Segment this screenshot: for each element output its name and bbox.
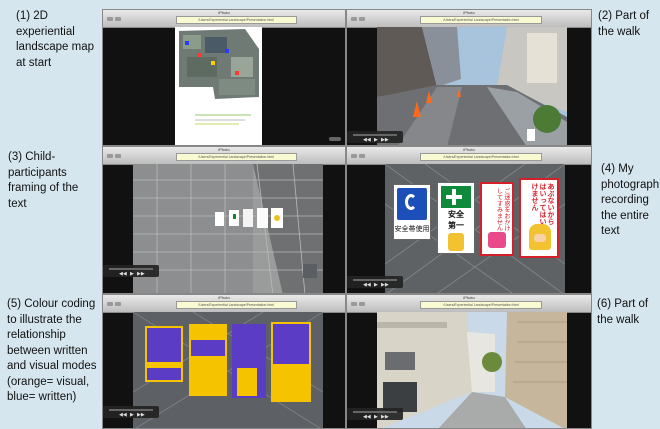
window-walk-1[interactable]: iPhoto /Users/Experiential Landscape/Pre…	[346, 9, 592, 146]
caption-3: (3) Child-participants framing of the te…	[8, 151, 79, 210]
caption-4: (4) My photograph recording the entire t…	[601, 163, 660, 237]
title-bar[interactable]: iPhoto /Users/Experiential Landscape/Pre…	[347, 147, 591, 165]
sign-safety-first: 安全 第一	[437, 182, 475, 254]
caption-1: (1) 2D experiential landscape map at sta…	[16, 10, 94, 69]
sign-harness: 安全帯使用	[393, 184, 431, 240]
title-bar[interactable]: iPhoto /Users/Experiential Landscape/Pre…	[103, 147, 345, 165]
back-button[interactable]	[107, 154, 113, 158]
window-framing[interactable]: iPhoto /Users/Experiential Landscape/Pre…	[102, 146, 346, 294]
title-bar[interactable]: iPhoto /Users/Experiential Landscape/Pre…	[103, 10, 345, 28]
forward-icon[interactable]: ▶▶	[137, 271, 145, 277]
scaffold-photo	[133, 164, 323, 293]
video-controls[interactable]: ◀◀ ▶ ▶▶	[347, 408, 403, 420]
play-icon[interactable]: ▶	[130, 271, 134, 277]
title-bar[interactable]: iPhoto /Users/Experiential Landscape/Pre…	[347, 295, 591, 313]
play-icon[interactable]: ▶	[374, 414, 378, 420]
caption-5: (5) Colour coding to illustrate the rela…	[7, 298, 97, 403]
forward-button[interactable]	[115, 154, 121, 158]
play-icon[interactable]: ▶	[130, 412, 134, 418]
window-colour-coding[interactable]: iPhoto /Users/Experiential Landscape/Pre…	[102, 294, 346, 429]
video-controls[interactable]: ◀◀ ▶ ▶▶	[103, 265, 159, 277]
pill-icon	[329, 137, 341, 141]
back-button[interactable]	[351, 17, 357, 21]
caption-6: (6) Part of the walk	[597, 298, 649, 326]
title-bar[interactable]: iPhoto /Users/Experiential Landscape/Pre…	[103, 295, 345, 313]
rewind-icon[interactable]: ◀◀	[119, 412, 127, 418]
forward-icon[interactable]: ▶▶	[381, 137, 389, 143]
window-walk-2[interactable]: iPhoto /Users/Experiential Landscape/Pre…	[346, 294, 592, 429]
play-icon[interactable]: ▶	[374, 137, 378, 143]
sign-apology: ご迷惑をおかけしてすみません	[480, 182, 514, 256]
back-button[interactable]	[351, 154, 357, 158]
forward-button[interactable]	[359, 154, 365, 158]
window-map[interactable]: iPhoto /Users/Experiential Landscape/Pre…	[102, 9, 346, 146]
street-photo	[377, 27, 567, 145]
title-bar[interactable]: iPhoto /Users/Experiential Landscape/Pre…	[347, 10, 591, 28]
caption-2: (2) Part of the walk	[598, 10, 650, 38]
forward-icon[interactable]: ▶▶	[381, 414, 389, 420]
rewind-icon[interactable]: ◀◀	[363, 414, 371, 420]
back-button[interactable]	[107, 17, 113, 21]
url-field[interactable]: /Users/Experiential Landscape/Presentati…	[420, 153, 543, 161]
back-button[interactable]	[107, 302, 113, 306]
video-controls[interactable]: ◀◀ ▶ ▶▶	[103, 406, 159, 418]
forward-button[interactable]	[115, 302, 121, 306]
forward-icon[interactable]: ▶▶	[137, 412, 145, 418]
sign-danger: あぶないからはいってはいけません	[519, 178, 559, 258]
forward-button[interactable]	[359, 17, 365, 21]
url-field[interactable]: /Users/Experiential Landscape/Presentati…	[175, 301, 297, 309]
forward-button[interactable]	[115, 17, 121, 21]
rewind-icon[interactable]: ◀◀	[363, 282, 371, 288]
forward-icon[interactable]: ▶▶	[381, 282, 389, 288]
url-field[interactable]: /Users/Experiential Landscape/Presentati…	[175, 153, 297, 161]
url-field[interactable]: /Users/Experiential Landscape/Presentati…	[175, 16, 297, 24]
back-button[interactable]	[351, 302, 357, 306]
url-field[interactable]: /Users/Experiential Landscape/Presentati…	[420, 16, 543, 24]
colour-coded-photo	[133, 312, 323, 428]
forward-button[interactable]	[359, 302, 365, 306]
map-page	[175, 27, 262, 145]
video-controls[interactable]: ◀◀ ▶ ▶▶	[347, 131, 403, 143]
alley-photo	[377, 312, 567, 428]
window-photograph[interactable]: iPhoto /Users/Experiential Landscape/Pre…	[346, 146, 592, 294]
rewind-icon[interactable]: ◀◀	[363, 137, 371, 143]
signs-photo: 安全帯使用 安全 第一 ご迷惑をおかけしてすみません あぶないからはいってはいけ…	[385, 164, 565, 293]
landscape-map-image	[179, 29, 259, 125]
video-controls[interactable]: ◀◀ ▶ ▶▶	[347, 276, 403, 288]
url-field[interactable]: /Users/Experiential Landscape/Presentati…	[420, 301, 543, 309]
rewind-icon[interactable]: ◀◀	[119, 271, 127, 277]
play-icon[interactable]: ▶	[374, 282, 378, 288]
